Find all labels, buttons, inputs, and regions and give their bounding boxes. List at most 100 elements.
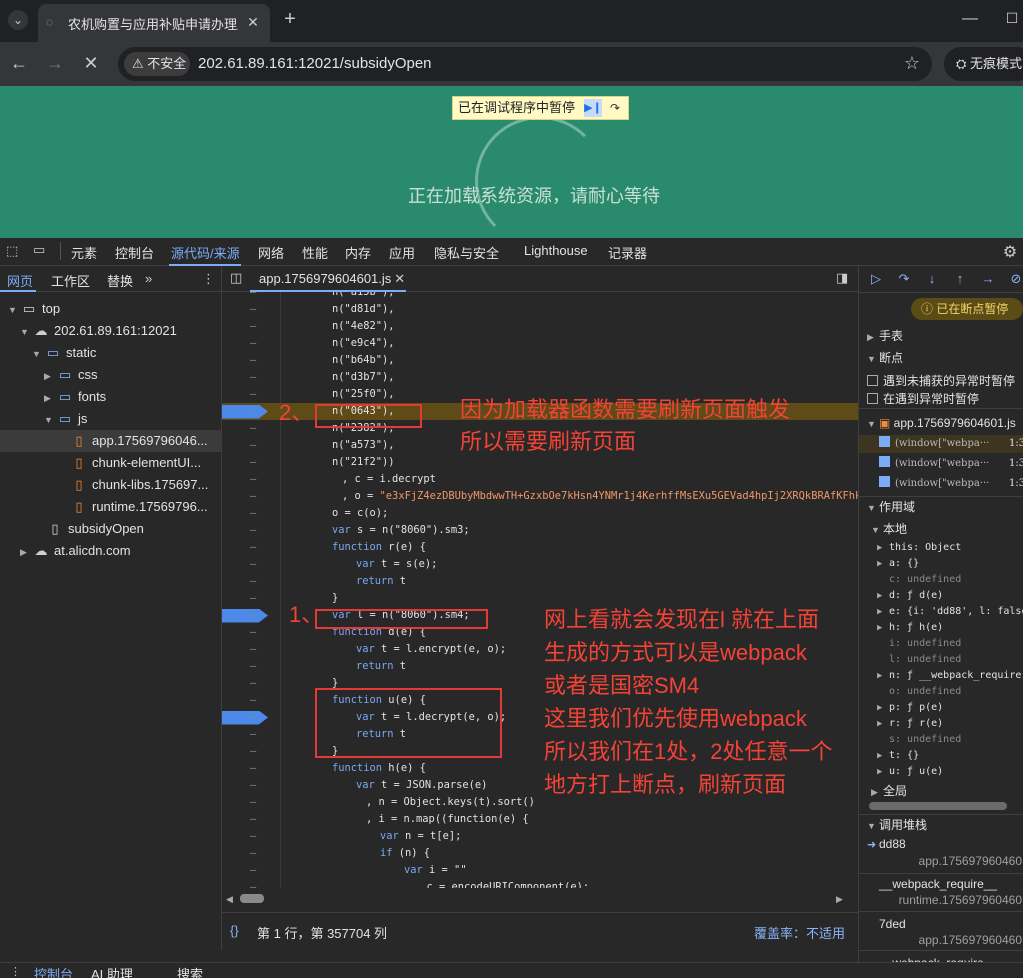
more-options-icon[interactable]: ⋮ xyxy=(202,271,215,287)
breakpoint-item[interactable]: (window["webpa··· 1:3 xyxy=(859,475,1023,493)
tree-file-subsidy[interactable]: ▯ subsidyOpen xyxy=(0,518,221,540)
step-into-icon[interactable]: ↓ xyxy=(923,270,941,288)
scroll-thumb[interactable] xyxy=(240,894,264,903)
resume-icon[interactable]: ▷ xyxy=(867,270,885,288)
tab-performance[interactable]: 性能 xyxy=(302,243,328,262)
callstack-frame[interactable]: __webpack_require__ runtime.175697960460 xyxy=(859,876,1023,912)
toggle-debugger-icon[interactable]: ◨ xyxy=(836,270,848,286)
tree-file-libs[interactable]: ▯ chunk-libs.175697... xyxy=(0,474,221,496)
tree-top[interactable]: ▼ ▭ top xyxy=(0,298,221,320)
deactivate-breakpoints-icon[interactable]: ⊘ xyxy=(1007,270,1023,288)
address-bar[interactable]: ⚠ 不安全 202.61.89.161:12021/subsidyOpen ☆ xyxy=(118,47,932,81)
close-tab-icon[interactable]: ✕ xyxy=(244,13,262,31)
scope-var[interactable]: o: undefined xyxy=(859,684,1023,700)
toggle-navigator-icon[interactable]: ◫ xyxy=(230,270,242,286)
tab-search-icon[interactable]: ⌄ xyxy=(8,10,28,30)
step-over-icon[interactable]: ↷ xyxy=(895,270,913,288)
minimize-icon[interactable]: — xyxy=(960,10,980,30)
tab-console[interactable]: 控制台 xyxy=(115,243,154,262)
breakpoint-file[interactable]: ▼ ▣ app.1756979604601.js xyxy=(859,414,1023,432)
resume-icon[interactable]: ▶❙ xyxy=(584,99,602,117)
scope-global[interactable]: ▶ 全局 xyxy=(859,781,1023,801)
step-over-icon[interactable]: ↷ xyxy=(606,99,624,117)
nav-tab-overrides[interactable]: 替换 xyxy=(107,271,133,290)
tree-static[interactable]: ▼ ▭ static xyxy=(0,342,221,364)
callstack-frame-current[interactable]: ➜ dd88 app.175697960460 xyxy=(859,836,1023,872)
forward-icon[interactable]: → xyxy=(44,52,66,74)
step-out-icon[interactable]: ↑ xyxy=(951,270,969,288)
horizontal-scrollbar[interactable]: ◀ ▶ xyxy=(222,888,858,910)
scope-var[interactable]: i: undefined xyxy=(859,636,1023,652)
drawer-menu-icon[interactable]: ⋮ xyxy=(10,965,21,978)
device-toolbar-icon[interactable]: ▭ xyxy=(33,242,45,258)
tree-host[interactable]: ▼ ☁ 202.61.89.161:12021 xyxy=(0,320,221,342)
nav-tab-page[interactable]: 网页 xyxy=(7,271,33,290)
coverage-label[interactable]: 覆盖率：不适用 xyxy=(754,923,845,942)
url-text[interactable]: 202.61.89.161:12021/subsidyOpen xyxy=(198,55,432,72)
tab-privacy-security[interactable]: 隐私与安全 xyxy=(434,243,499,262)
drawer-tab-ai[interactable]: AI 助理 xyxy=(91,964,133,978)
callstack-frame[interactable]: 7ded app.175697960460 xyxy=(859,914,1023,950)
tree-file-app[interactable]: ▯ app.17569796046... xyxy=(0,430,221,452)
tab-elements[interactable]: 元素 xyxy=(71,243,97,262)
scope-var[interactable]: l: undefined xyxy=(859,652,1023,668)
bookmark-star-icon[interactable]: ☆ xyxy=(902,53,922,73)
scope-var[interactable]: ▶ r: ƒ r(e) xyxy=(859,716,1023,732)
breakpoint-item[interactable]: (window["webpa··· 1:3 xyxy=(859,455,1023,473)
section-breakpoints[interactable]: ▼ 断点 xyxy=(859,348,1023,368)
scope-var[interactable]: ▶ h: ƒ h(e) xyxy=(859,620,1023,636)
code-line: –, c = encodeURIComponent(e); xyxy=(222,879,858,888)
stop-loading-icon[interactable]: ✕ xyxy=(80,52,102,74)
section-callstack[interactable]: ▼ 调用堆栈 xyxy=(859,815,1023,835)
insecure-chip[interactable]: ⚠ 不安全 xyxy=(124,52,190,76)
tab-sources[interactable]: 源代码/来源 xyxy=(171,243,240,262)
pause-uncaught-checkbox[interactable]: 遇到未捕获的异常时暂停 xyxy=(859,372,1023,390)
drawer-tab-search[interactable]: 搜索 xyxy=(177,964,203,978)
browser-tab[interactable]: ◌ 农机购置与应用补贴申请办理服 ✕ xyxy=(38,4,270,42)
scope-local[interactable]: ▼ 本地 xyxy=(859,519,1023,539)
tree-file-runtime[interactable]: ▯ runtime.17569796... xyxy=(0,496,221,518)
tree-alicdn[interactable]: ▶ ☁ at.alicdn.com xyxy=(0,540,221,562)
drawer-tab-console[interactable]: 控制台 xyxy=(34,964,73,978)
pretty-print-icon[interactable]: {} xyxy=(230,923,239,938)
tab-lighthouse[interactable]: Lighthouse xyxy=(524,243,588,258)
tree-css[interactable]: ▶ ▭ css xyxy=(0,364,221,386)
maximize-icon[interactable]: ☐ xyxy=(1002,10,1022,30)
tree-fonts[interactable]: ▶ ▭ fonts xyxy=(0,386,221,408)
scope-var[interactable]: ▶ n: ƒ __webpack_require xyxy=(859,668,1023,684)
scroll-right-icon[interactable]: ▶ xyxy=(836,894,843,905)
tree-label: chunk-elementUI... xyxy=(92,455,202,470)
back-icon[interactable]: ← xyxy=(8,52,30,74)
tab-application[interactable]: 应用 xyxy=(389,243,415,262)
section-watch[interactable]: ▶ 手表 xyxy=(859,326,1023,346)
frame-name: 7ded xyxy=(879,917,906,931)
tree-file-elementui[interactable]: ▯ chunk-elementUI... xyxy=(0,452,221,474)
pause-caught-checkbox[interactable]: 在遇到异常时暂停 xyxy=(859,390,1023,408)
scope-var[interactable]: ▶ e: {i: 'dd88', l: false xyxy=(859,604,1023,620)
tab-network[interactable]: 网络 xyxy=(258,243,284,262)
scope-var[interactable]: ▶ t: {} xyxy=(859,748,1023,764)
scope-scrollbar[interactable] xyxy=(869,802,1007,810)
settings-gear-icon[interactable]: ⚙ xyxy=(1000,242,1020,262)
new-tab-icon[interactable]: + xyxy=(280,9,300,29)
section-scope[interactable]: ▼ 作用域 xyxy=(859,497,1023,517)
scope-var[interactable]: s: undefined xyxy=(859,732,1023,748)
scope-var[interactable]: ▶ a: {} xyxy=(859,556,1023,572)
tab-recorder[interactable]: 记录器 xyxy=(608,243,647,262)
inspect-element-icon[interactable]: ⬚ xyxy=(6,243,18,259)
tree-js[interactable]: ▼ ▭ js xyxy=(0,408,221,430)
more-tabs-icon[interactable]: » xyxy=(145,271,152,286)
tab-memory[interactable]: 内存 xyxy=(345,243,371,262)
step-icon[interactable]: → xyxy=(979,270,997,288)
open-file-tab[interactable]: app.1756979604601.js ✕ xyxy=(250,266,406,292)
nav-tab-workspace[interactable]: 工作区 xyxy=(51,271,90,290)
scope-var[interactable]: ▶ p: ƒ p(e) xyxy=(859,700,1023,716)
scope-var[interactable]: ▶ u: ƒ u(e) xyxy=(859,764,1023,780)
incognito-badge[interactable]: ⛭ 无痕模式 xyxy=(944,47,1023,81)
close-file-icon[interactable]: ✕ xyxy=(394,271,405,286)
scope-var[interactable]: c: undefined xyxy=(859,572,1023,588)
scope-var[interactable]: ▶ d: ƒ d(e) xyxy=(859,588,1023,604)
scroll-left-icon[interactable]: ◀ xyxy=(226,894,233,905)
breakpoint-item-active[interactable]: (window["webpa··· 1:3 xyxy=(859,435,1023,453)
scope-var[interactable]: ▶ this: Object xyxy=(859,540,1023,556)
